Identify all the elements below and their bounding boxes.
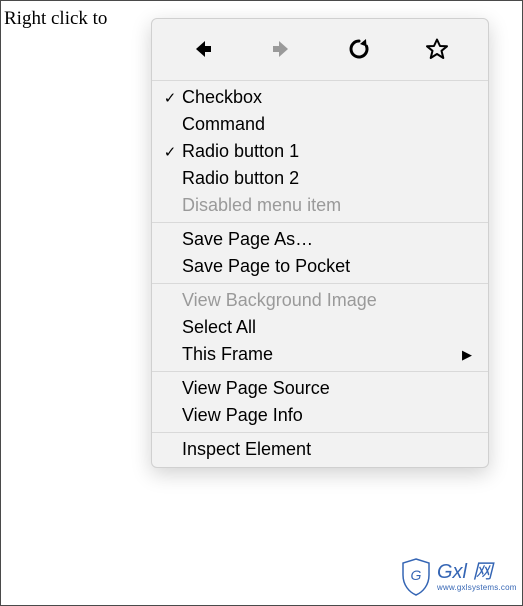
menu-this-frame[interactable]: This Frame ▶ [152,341,488,368]
menu-disabled-item: Disabled menu item [152,192,488,219]
menu-divider [152,80,488,81]
menu-radio-2[interactable]: Radio button 2 [152,165,488,192]
reload-button[interactable] [339,31,379,67]
menu-divider [152,283,488,284]
page-instruction-text: Right click to [4,8,107,30]
menu-item-label: Radio button 2 [182,168,472,189]
menu-item-label: Select All [182,317,472,338]
check-icon: ✓ [158,89,182,107]
watermark: G Gxl 网 www.gxlsystems.com [399,554,517,600]
menu-view-bg-image: View Background Image [152,287,488,314]
menu-radio-1[interactable]: ✓ Radio button 1 [152,138,488,165]
forward-button[interactable] [261,31,301,67]
menu-checkbox[interactable]: ✓ Checkbox [152,84,488,111]
chevron-right-icon: ▶ [456,347,472,363]
context-menu-toolbar [152,19,488,77]
shield-icon: G [399,557,433,597]
menu-save-to-pocket[interactable]: Save Page to Pocket [152,253,488,280]
watermark-url: www.gxlsystems.com [437,584,517,592]
back-button[interactable] [183,31,223,67]
menu-view-page-source[interactable]: View Page Source [152,375,488,402]
menu-item-label: Save Page to Pocket [182,256,472,277]
check-icon: ✓ [158,143,182,161]
menu-item-label: View Background Image [182,290,472,311]
menu-divider [152,222,488,223]
menu-divider [152,432,488,433]
menu-command[interactable]: Command [152,111,488,138]
menu-item-label: This Frame [182,344,456,365]
menu-item-label: View Page Source [182,378,472,399]
watermark-brand: Gxl 网 [437,562,517,582]
svg-text:G: G [411,567,422,583]
bookmark-button[interactable] [417,31,457,67]
menu-view-page-info[interactable]: View Page Info [152,402,488,429]
menu-item-label: Disabled menu item [182,195,472,216]
menu-divider [152,371,488,372]
context-menu: ✓ Checkbox Command ✓ Radio button 1 Radi… [151,18,489,468]
menu-inspect-element[interactable]: Inspect Element [152,436,488,463]
star-icon [425,37,449,61]
menu-select-all[interactable]: Select All [152,314,488,341]
menu-item-label: Radio button 1 [182,141,472,162]
forward-icon [269,37,293,61]
menu-item-label: Command [182,114,472,135]
menu-item-label: Checkbox [182,87,472,108]
menu-item-label: Save Page As… [182,229,472,250]
watermark-text: Gxl 网 www.gxlsystems.com [437,562,517,592]
back-icon [191,37,215,61]
reload-icon [347,37,371,61]
menu-item-label: View Page Info [182,405,472,426]
menu-item-label: Inspect Element [182,439,472,460]
menu-save-page-as[interactable]: Save Page As… [152,226,488,253]
